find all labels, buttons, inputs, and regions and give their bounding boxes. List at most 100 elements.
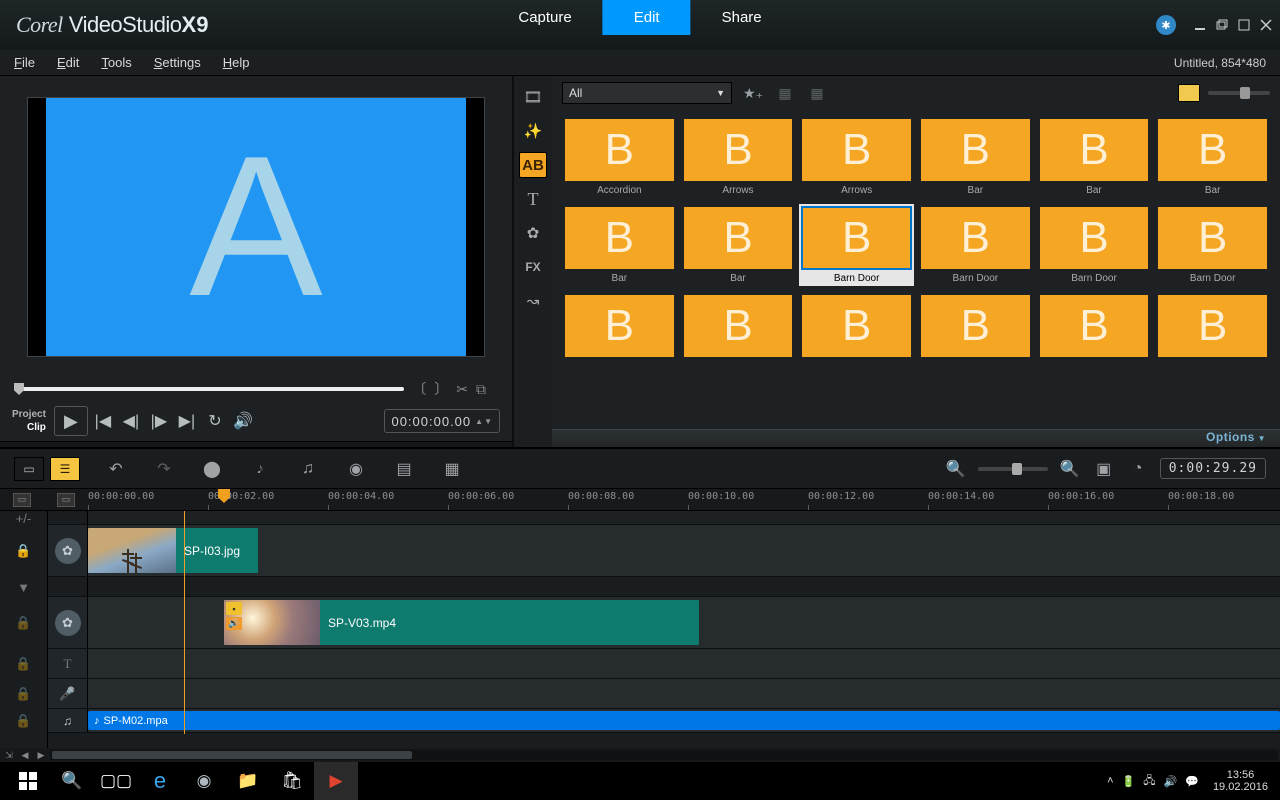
transition-thumb[interactable]: BBar [1155, 116, 1270, 198]
libtab-instant[interactable]: ✨ [519, 118, 547, 144]
track-lock-5[interactable]: 🔒 [0, 709, 47, 733]
thumbnail-zoom-slider[interactable] [1208, 91, 1270, 95]
transition-thumb[interactable]: B [918, 292, 1033, 363]
transition-thumb[interactable]: BArrows [799, 116, 914, 198]
time-ruler[interactable]: 00:00:00.0000:00:02.0000:00:04.0000:00:0… [88, 489, 1280, 510]
mark-out-icon[interactable]: 〕 [434, 379, 448, 399]
menu-settings[interactable]: Settings [154, 55, 201, 70]
record-button[interactable]: ⬤ [200, 457, 224, 481]
timeline-view-button[interactable]: ☰ [50, 457, 80, 481]
transition-thumb[interactable]: B [562, 292, 677, 363]
zoom-in-button[interactable]: 🔍 [1058, 457, 1082, 481]
scrubber-handle[interactable] [14, 383, 24, 395]
go-start-button[interactable]: |◀ [90, 408, 116, 434]
multicam-button[interactable]: ▦ [440, 457, 464, 481]
track-lock-2[interactable]: 🔒 [0, 597, 47, 649]
scroll-expand[interactable]: ⇲ [2, 749, 16, 761]
title-track[interactable]: T [48, 649, 1280, 679]
transition-thumb[interactable]: BBar [1037, 116, 1152, 198]
video-track-1[interactable]: ✿ SP-I03.jpg [48, 525, 1280, 577]
thumbnail-view-button[interactable] [1178, 84, 1200, 102]
transition-thumb[interactable]: B [799, 292, 914, 363]
audio-mixer-button[interactable]: 𝆕 [248, 457, 272, 481]
close-button[interactable] [1258, 18, 1274, 32]
redo-button[interactable]: ↷ [152, 457, 176, 481]
preview-timecode[interactable]: 00:00:00.00▲▼ [384, 409, 500, 433]
tray-network-icon[interactable]: 🖧 [1143, 772, 1155, 791]
storyboard-view-button[interactable]: ▭ [14, 457, 44, 481]
clip-spv03[interactable]: ▪🔊 SP-V03.mp4 [224, 600, 699, 645]
go-end-button[interactable]: ▶| [174, 408, 200, 434]
add-marker-button[interactable]: +/- [0, 511, 47, 525]
track-lock-1[interactable]: 🔒 [0, 525, 47, 577]
tray-chevron-icon[interactable]: ˄ [1107, 775, 1113, 787]
transition-thumb[interactable]: BBar [918, 116, 1033, 198]
auto-music-button[interactable]: ♫ [296, 457, 320, 481]
explorer-icon[interactable]: 📁 [226, 762, 270, 800]
project-duration[interactable]: 0:00:29.29 [1160, 458, 1266, 479]
overlay-track-1[interactable]: ✿ ▪🔊 SP-V03.mp4 [48, 597, 1280, 649]
tray-volume-icon[interactable]: 🔊 [1164, 775, 1178, 788]
play-button[interactable]: ▶ [54, 406, 88, 436]
tab-capture[interactable]: Capture [487, 0, 602, 35]
timeline-zoom-slider[interactable] [978, 467, 1048, 471]
libtab-media[interactable]: 🎞 [519, 84, 547, 110]
menu-file[interactable]: File [14, 55, 35, 70]
tab-share[interactable]: Share [691, 0, 793, 35]
restore-button[interactable] [1214, 18, 1230, 32]
maximize-button[interactable] [1236, 18, 1252, 32]
scroll-thumb[interactable] [52, 751, 412, 759]
zoom-slider-knob[interactable] [1240, 87, 1250, 99]
next-frame-button[interactable]: |▶ [146, 408, 172, 434]
track-motion-button[interactable]: ◉ [344, 457, 368, 481]
tray-battery-icon[interactable]: 🔋 [1122, 775, 1136, 788]
transition-thumb[interactable]: BBarn Door [918, 204, 1033, 286]
mode-clip-label[interactable]: Clip [27, 421, 46, 434]
libtab-title[interactable]: T [519, 186, 547, 212]
updates-icon[interactable]: ✱ [1156, 15, 1176, 35]
cut-icon[interactable]: ✂ [456, 381, 468, 398]
zoom-out-button[interactable]: 🔍 [944, 457, 968, 481]
audio-clip[interactable]: ♪ SP-M02.mpa [88, 711, 1280, 730]
preview-frame[interactable]: A [27, 97, 485, 357]
show-all-tracks-button[interactable]: ▭ [13, 493, 31, 507]
repeat-button[interactable]: ↻ [202, 408, 228, 434]
volume-button[interactable]: 🔊 [230, 408, 256, 434]
tab-edit[interactable]: Edit [603, 0, 691, 35]
minimize-button[interactable] [1192, 18, 1208, 32]
track-lock-3[interactable]: 🔒 [0, 649, 47, 679]
mode-project-label[interactable]: Project [12, 408, 46, 421]
search-button[interactable]: 🔍 [50, 762, 94, 800]
transition-thumb[interactable]: B [1037, 292, 1152, 363]
libtab-path[interactable]: ↝ [519, 288, 547, 314]
transition-thumb[interactable]: BBarn Door [1037, 204, 1152, 286]
scroll-left-button[interactable]: ◀ [18, 749, 32, 761]
store-icon[interactable]: 🛍 [270, 762, 314, 800]
transition-thumb[interactable]: BArrows [681, 116, 796, 198]
split-icon[interactable]: ⧉ [476, 381, 486, 398]
preview-scrubber[interactable] [14, 387, 404, 391]
start-button[interactable] [6, 762, 50, 800]
libtab-graphic[interactable]: ✿ [519, 220, 547, 246]
apply-current-icon[interactable]: ▦ [806, 82, 828, 104]
edge-icon[interactable]: e [138, 762, 182, 800]
scroll-right-button[interactable]: ▶ [34, 749, 48, 761]
menu-help[interactable]: Help [223, 55, 250, 70]
tray-action-center-icon[interactable]: 💬 [1185, 775, 1199, 788]
system-clock[interactable]: 13:56 19.02.2016 [1213, 769, 1268, 793]
music-track[interactable]: ♫ ♪ SP-M02.mpa [48, 709, 1280, 733]
timeline-zoom-knob[interactable] [1012, 463, 1022, 475]
subtitle-button[interactable]: ▤ [392, 457, 416, 481]
panel-resize-handle[interactable] [0, 441, 512, 447]
libtab-filter[interactable]: FX [519, 254, 547, 280]
clip-spi03[interactable]: SP-I03.jpg [88, 528, 258, 573]
transition-thumb[interactable]: BBarn Door [799, 204, 914, 286]
steam-icon[interactable]: ◉ [182, 762, 226, 800]
undo-button[interactable]: ↶ [104, 457, 128, 481]
options-toggle[interactable]: Options [552, 429, 1280, 447]
transition-thumb[interactable]: B [1155, 292, 1270, 363]
gallery-filter-combo[interactable]: All▼ [562, 82, 732, 104]
track-lock-4[interactable]: 🔒 [0, 679, 47, 709]
menu-edit[interactable]: Edit [57, 55, 79, 70]
voice-track[interactable]: 🎤 [48, 679, 1280, 709]
